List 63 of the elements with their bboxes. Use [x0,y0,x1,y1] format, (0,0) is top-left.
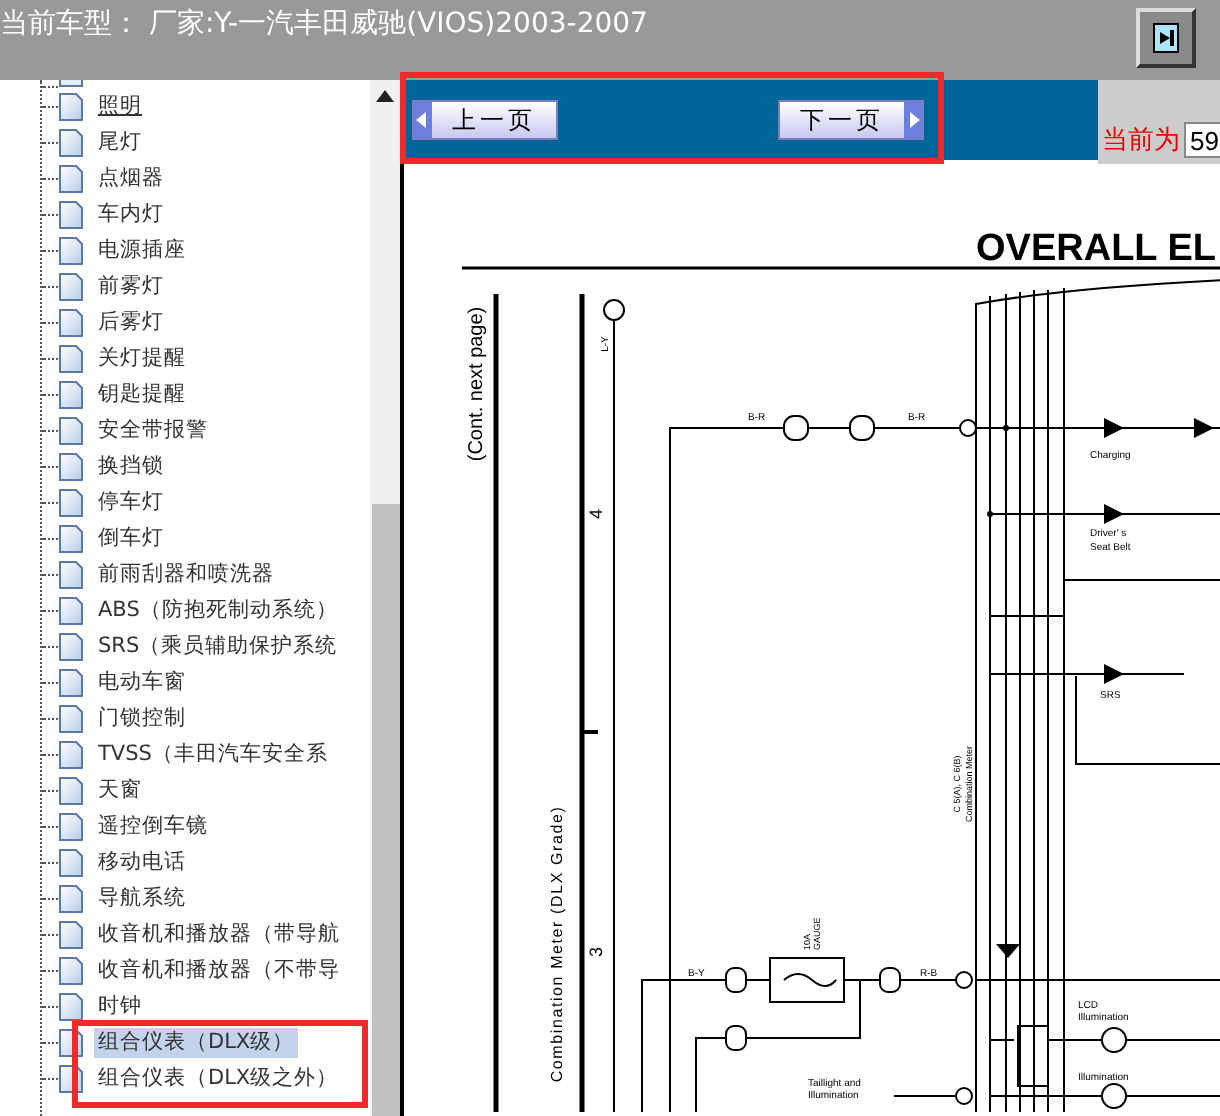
page-icon [58,199,84,229]
tree-item[interactable]: SRS（乘员辅助保护系统 [94,631,342,661]
page-icon [58,451,84,481]
tree-item[interactable]: 时钟 [94,991,146,1021]
page-icon [58,163,84,193]
tree-item[interactable]: TVSS（丰田汽车安全系 [94,739,332,769]
tree-item[interactable]: 电动车窗 [94,667,190,697]
page-icon [58,523,84,553]
tree-item[interactable]: ABS（防抱死制动系统） [94,595,342,625]
page-icon [58,847,84,877]
tree-item[interactable]: 点烟器 [94,163,168,193]
page-icon [58,919,84,949]
tree-item[interactable]: 安全带报警 [94,415,212,445]
page-icon [58,343,84,373]
page-icon [58,379,84,409]
tree-item[interactable]: 钥匙提醒 [94,379,190,409]
page-icon [58,235,84,265]
scroll-thumb[interactable] [372,504,400,1116]
tree-item[interactable]: 遥控倒车镜 [94,811,212,841]
window-title: 当前车型： 厂家:Y-一汽丰田威驰(VIOS)2003-2007 [0,6,648,42]
page-icon [58,595,84,625]
page-icon [58,775,84,805]
tree-item[interactable]: 换挡锁 [94,451,168,481]
tree-item[interactable]: 电源插座 [94,235,190,265]
page-icon [58,271,84,301]
tree-item[interactable]: 收音机和播放器（带导航 [94,919,344,949]
page-icon [58,667,84,697]
tree-item[interactable]: 收音机和播放器（不带导 [94,955,344,985]
tree-item[interactable]: 导航系统 [94,883,190,913]
page-icon [58,703,84,733]
page-number-field[interactable]: 59 [1184,122,1220,158]
page-icon [58,307,84,337]
page-icon [58,631,84,661]
scroll-up-icon[interactable] [376,90,394,102]
tree-item[interactable]: 组合仪表（DLX级） [94,1027,299,1057]
tree-item[interactable]: 移动电话 [94,847,190,877]
tree-item[interactable]: 停车灯 [94,487,168,517]
tree-item[interactable]: 照明 [94,91,146,121]
tree-item[interactable]: 组合仪表（DLX级之外） [94,1063,343,1093]
page-icon [58,883,84,913]
page-icon [58,127,84,157]
exit-button[interactable] [1136,8,1196,68]
page-icon [58,415,84,445]
tree-item[interactable]: 倒车灯 [94,523,168,553]
page-icon [58,811,84,841]
tree-item[interactable]: 车内灯 [94,199,168,229]
page-label: 当前为 [1102,124,1180,158]
page-icon [58,487,84,517]
tree-item[interactable]: 门锁控制 [94,703,190,733]
tree-item[interactable]: 天窗 [94,775,146,805]
tree-item[interactable]: 关灯提醒 [94,343,190,373]
tree-item[interactable]: 后雾灯 [94,307,168,337]
page-icon [58,991,84,1021]
page-icon [58,91,84,121]
tree-item[interactable]: 前雾灯 [94,271,168,301]
prev-page-button[interactable]: 上一页 [412,100,558,140]
page-icon [58,739,84,769]
scrollbar[interactable] [370,80,400,1116]
next-page-button[interactable]: 下一页 [778,100,924,140]
tree-item[interactable]: 前雨刮器和喷洗器 [94,559,278,589]
page-icon [58,559,84,589]
tree-item[interactable]: 尾灯 [94,127,146,157]
page-icon [58,955,84,985]
